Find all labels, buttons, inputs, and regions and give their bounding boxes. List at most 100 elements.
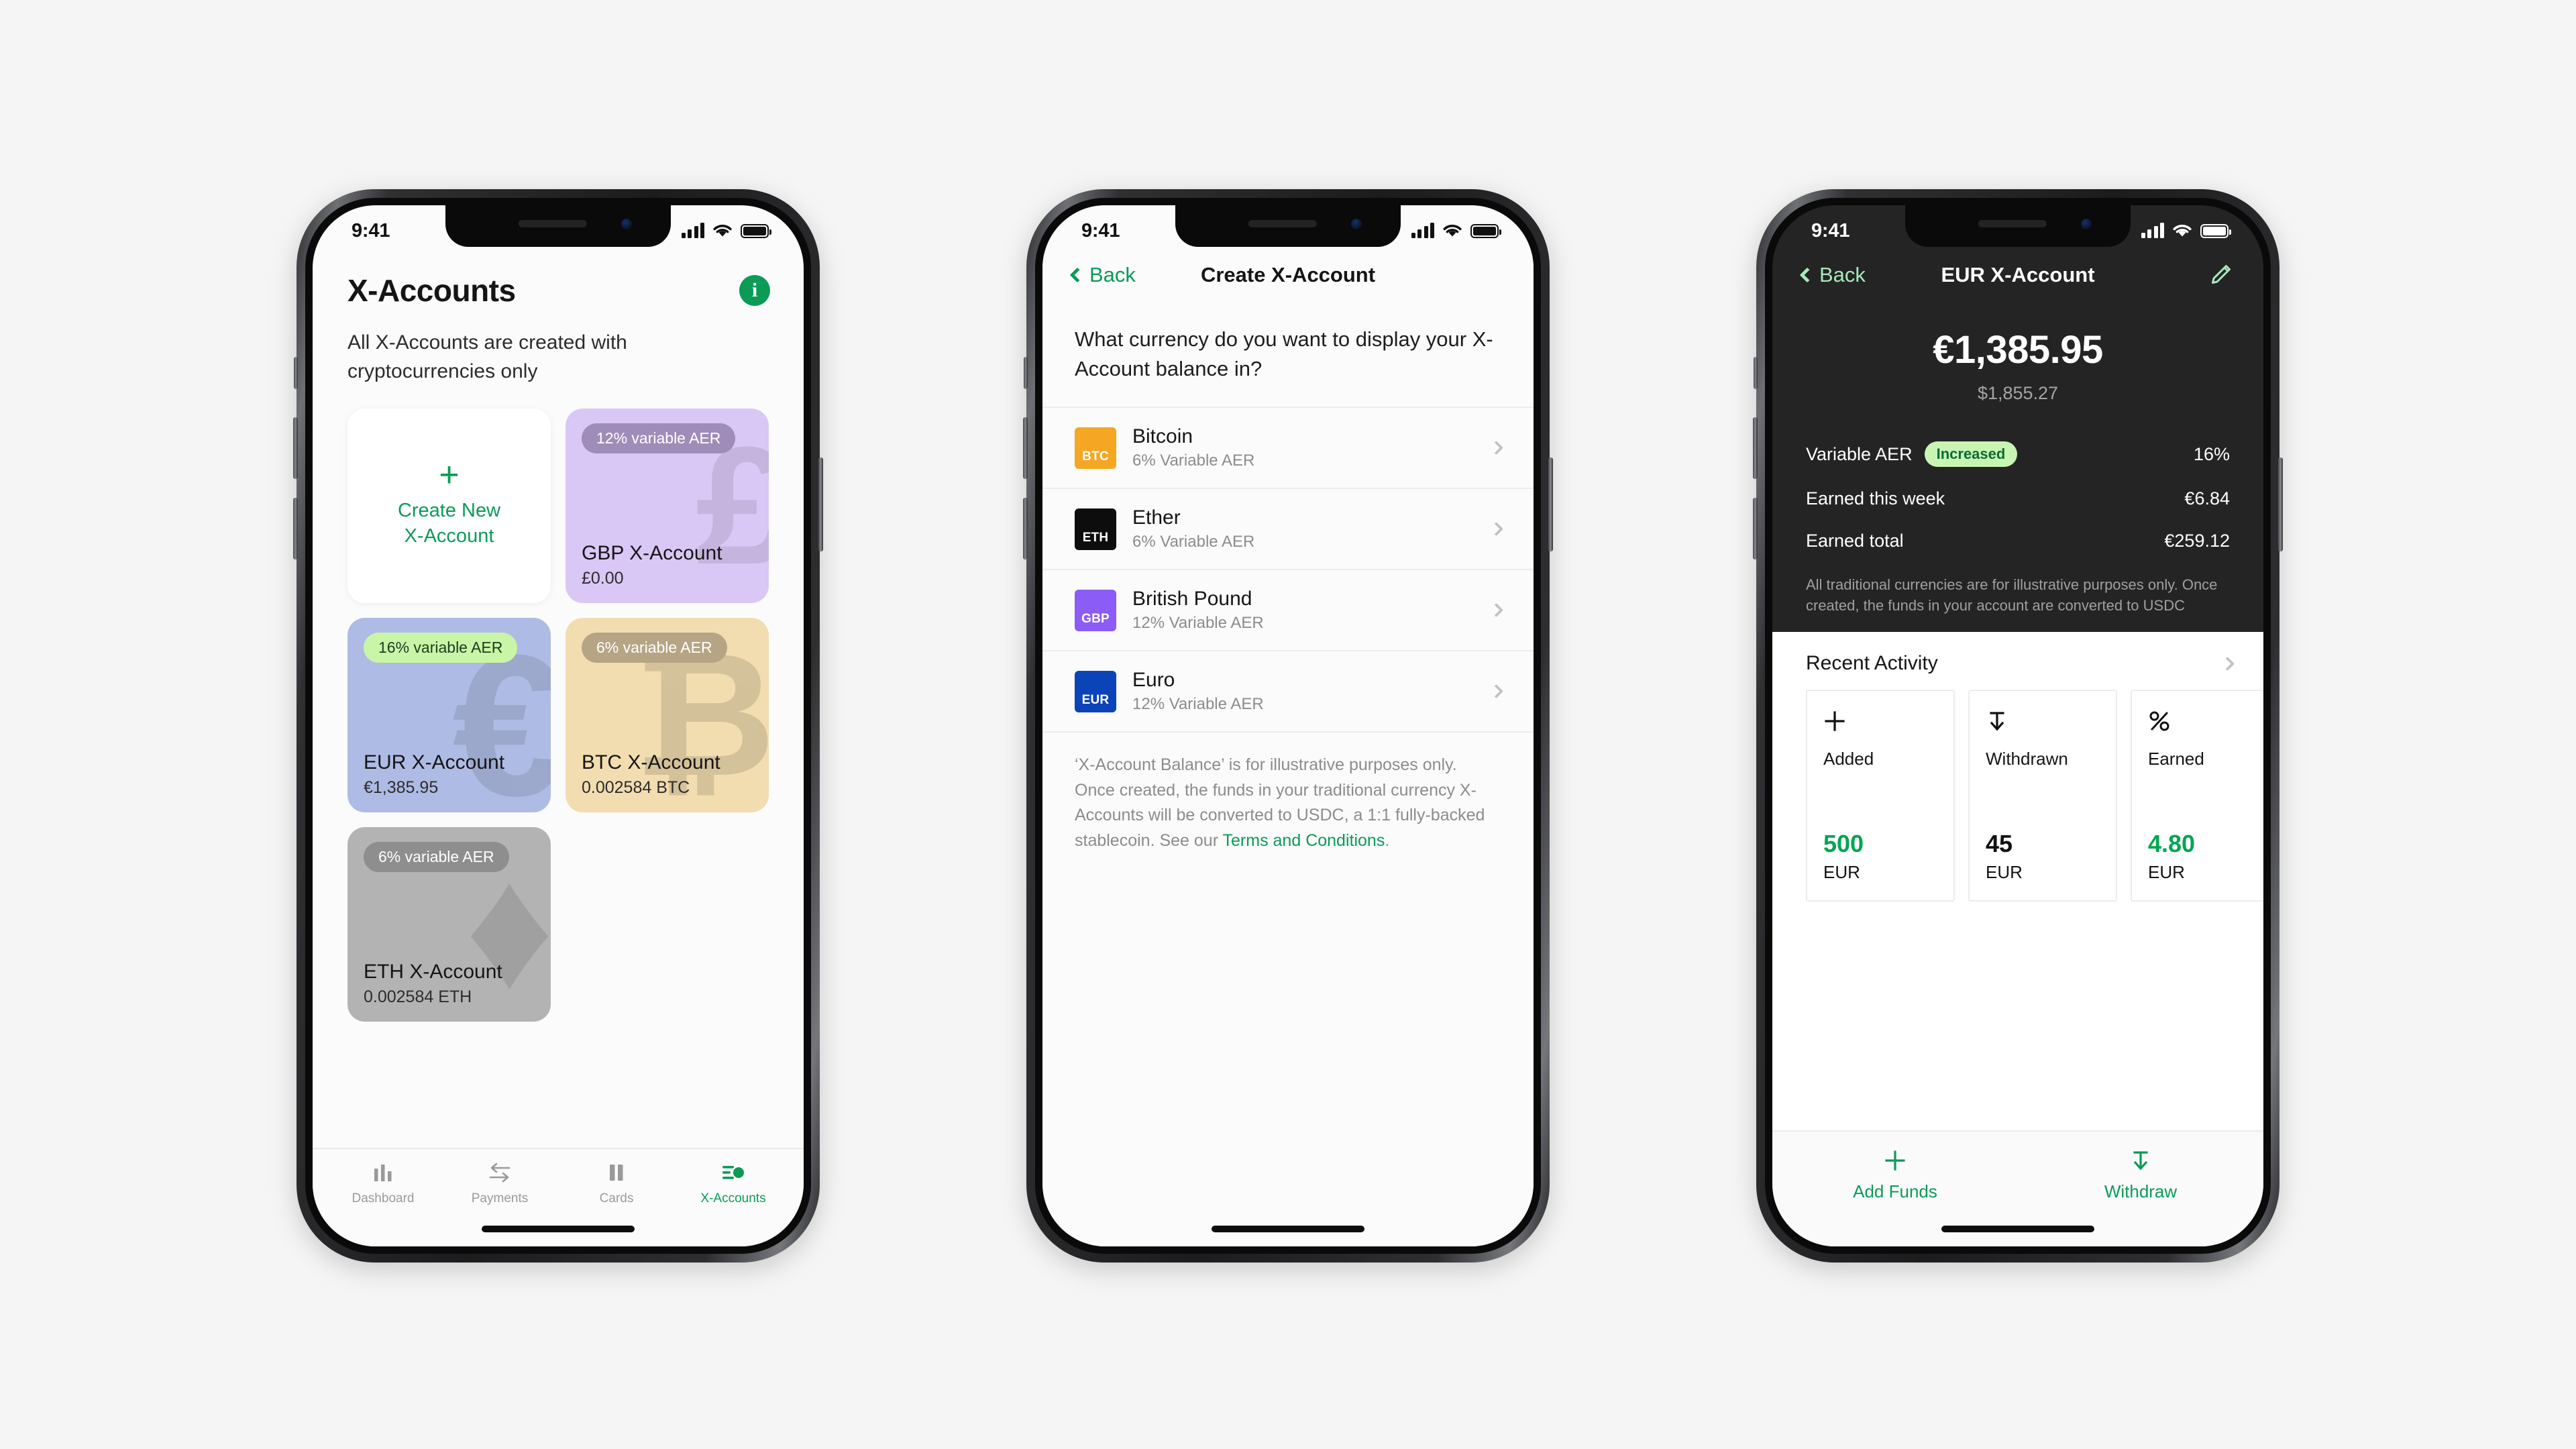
- screen-2: 9:41 Back Create X-Account What currency…: [1042, 205, 1534, 1246]
- action-label: Withdraw: [2104, 1181, 2178, 1201]
- plus-icon: +: [439, 455, 460, 494]
- activity-amount: 4.80: [2148, 830, 2196, 858]
- home-indicator[interactable]: [1941, 1226, 2094, 1232]
- status-icons: [681, 223, 771, 239]
- volume-down-button[interactable]: [293, 498, 298, 559]
- power-button[interactable]: [2278, 458, 2283, 551]
- activity-card-list[interactable]: Added 500 EUR Withdrawn 45 EUR Earned 4.…: [1772, 690, 2263, 902]
- x-accounts-icon: [722, 1161, 745, 1184]
- currency-question: What currency do you want to display you…: [1075, 327, 1493, 381]
- power-button[interactable]: [1548, 458, 1553, 551]
- disclaimer-period: .: [1385, 830, 1390, 850]
- withdraw-icon: [1986, 710, 2100, 739]
- battery-icon: [2200, 223, 2231, 238]
- eur-account-page: Back EUR X-Account €1,385.95 $1,855.27 V…: [1772, 205, 2263, 1246]
- activity-card-earned[interactable]: Earned 4.80 EUR: [2131, 690, 2263, 902]
- pencil-icon[interactable]: [2208, 263, 2233, 287]
- status-icons: [2141, 223, 2231, 239]
- phone-eur-x-account-detail: 9:41 Back EUR X-Account €1,385.95 $1,855…: [1753, 189, 2283, 1263]
- account-balance: 0.002584 ETH: [364, 987, 472, 1007]
- nav-title: Create X-Account: [1200, 263, 1376, 286]
- add-funds-button[interactable]: Add Funds: [1772, 1149, 2018, 1202]
- currency-code-badge: BTC: [1075, 427, 1116, 469]
- activity-name: Added: [1823, 749, 1874, 769]
- volume-down-button[interactable]: [1753, 498, 1758, 559]
- status-icons: [1411, 223, 1501, 239]
- power-button[interactable]: [818, 458, 823, 551]
- currency-row-eur[interactable]: EUR Euro 12% Variable AER: [1042, 651, 1534, 733]
- withdraw-button[interactable]: Withdraw: [2018, 1149, 2263, 1202]
- wifi-icon: [713, 224, 732, 236]
- action-label: Add Funds: [1853, 1181, 1937, 1201]
- info-icon[interactable]: i: [739, 275, 770, 306]
- tab-payments[interactable]: Payments: [441, 1161, 558, 1206]
- currency-row-gbp[interactable]: GBP British Pound 12% Variable AER: [1042, 570, 1534, 652]
- volume-up-button[interactable]: [1753, 417, 1758, 479]
- terms-and-conditions-link[interactable]: Terms and Conditions: [1223, 831, 1385, 850]
- mute-switch[interactable]: [1754, 357, 1758, 389]
- battery-icon: [741, 223, 771, 238]
- status-bar: 9:41: [1042, 205, 1534, 247]
- activity-name: Earned: [2148, 749, 2204, 769]
- account-balance: €1,385.95: [364, 778, 439, 798]
- home-indicator[interactable]: [1212, 1226, 1364, 1232]
- chevron-left-icon: [1799, 267, 1815, 283]
- plus-icon: [1885, 1150, 1905, 1171]
- tab-cards[interactable]: Cards: [558, 1161, 675, 1206]
- activity-card-withdrawn[interactable]: Withdrawn 45 EUR: [1968, 690, 2117, 902]
- volume-up-button[interactable]: [293, 417, 298, 479]
- recent-activity-section: Recent Activity Added 500 EUR Withdrawn …: [1772, 632, 2263, 1246]
- account-name: ETH X-Account: [364, 961, 502, 983]
- activity-card-added[interactable]: Added 500 EUR: [1806, 690, 1955, 902]
- currency-row-btc[interactable]: BTC Bitcoin 6% Variable AER: [1042, 408, 1534, 490]
- currency-aer: 6% Variable AER: [1132, 451, 1255, 470]
- status-bar: 9:41: [1772, 205, 2263, 247]
- aer-badge: 6% variable AER: [582, 633, 727, 663]
- phone-bezel: 9:41 Back Create X-Account What currency…: [1035, 198, 1541, 1254]
- account-stats: Variable AER Increased 16% Earned this w…: [1772, 404, 2263, 551]
- chevron-right-icon: [1489, 440, 1504, 455]
- aer-badge: 16% variable AER: [364, 633, 518, 663]
- tab-label: X-Accounts: [700, 1191, 766, 1205]
- phone-create-x-account: 9:41 Back Create X-Account What currency…: [1023, 189, 1553, 1263]
- currency-row-eth[interactable]: ETH Ether 6% Variable AER: [1042, 489, 1534, 571]
- home-indicator[interactable]: [482, 1226, 635, 1232]
- status-time: 9:41: [352, 219, 390, 241]
- create-new-x-account-card[interactable]: + Create New X-Account: [347, 409, 551, 604]
- stat-label: Earned this week: [1806, 488, 1945, 508]
- cellular-signal-icon: [2141, 223, 2164, 238]
- nav-title: EUR X-Account: [1941, 263, 2095, 286]
- account-card-eth[interactable]: ♦ 6% variable AER ETH X-Account 0.002584…: [347, 827, 551, 1022]
- page-title: X-Accounts: [347, 273, 516, 308]
- back-button[interactable]: Back: [1069, 263, 1136, 287]
- mute-switch[interactable]: [1024, 357, 1028, 389]
- volume-up-button[interactable]: [1023, 417, 1028, 479]
- aer-badge: 6% variable AER: [364, 842, 509, 873]
- tab-x-accounts[interactable]: X-Accounts: [675, 1161, 792, 1206]
- account-balance: 0.002584 BTC: [582, 778, 690, 798]
- tab-dashboard[interactable]: Dashboard: [325, 1161, 441, 1206]
- create-line-2: X-Account: [404, 525, 494, 547]
- disclaimer-note: ‘X-Account Balance’ is for illustrative …: [1042, 733, 1534, 853]
- account-card-btc[interactable]: ₿ 6% variable AER BTC X-Account 0.002584…: [566, 618, 769, 813]
- account-balance-primary: €1,385.95: [1933, 328, 2103, 372]
- recent-activity-header[interactable]: Recent Activity: [1772, 632, 2263, 690]
- back-button[interactable]: Back: [1799, 263, 1866, 287]
- account-card-eur[interactable]: € 16% variable AER EUR X-Account €1,385.…: [347, 618, 551, 813]
- stat-value: 16%: [2193, 443, 2230, 464]
- page-subtitle: All X-Accounts are created with cryptocu…: [347, 331, 627, 382]
- stat-label: Earned total: [1806, 531, 1904, 551]
- account-card-gbp[interactable]: £ 12% variable AER GBP X-Account £0.00: [566, 409, 769, 604]
- back-label: Back: [1819, 263, 1866, 286]
- currency-aer: 12% Variable AER: [1132, 695, 1264, 714]
- screen-3: 9:41 Back EUR X-Account €1,385.95 $1,855…: [1772, 205, 2263, 1246]
- currency-aer: 12% Variable AER: [1132, 614, 1264, 633]
- percent-icon: [2148, 710, 2262, 739]
- stat-row-variable-aer: Variable AER Increased 16%: [1806, 441, 2230, 467]
- status-time: 9:41: [1811, 219, 1850, 241]
- mute-switch[interactable]: [294, 357, 298, 389]
- activity-currency: EUR: [1986, 862, 2023, 883]
- back-label: Back: [1089, 263, 1136, 286]
- currency-code-badge: ETH: [1075, 508, 1116, 550]
- volume-down-button[interactable]: [1023, 498, 1028, 559]
